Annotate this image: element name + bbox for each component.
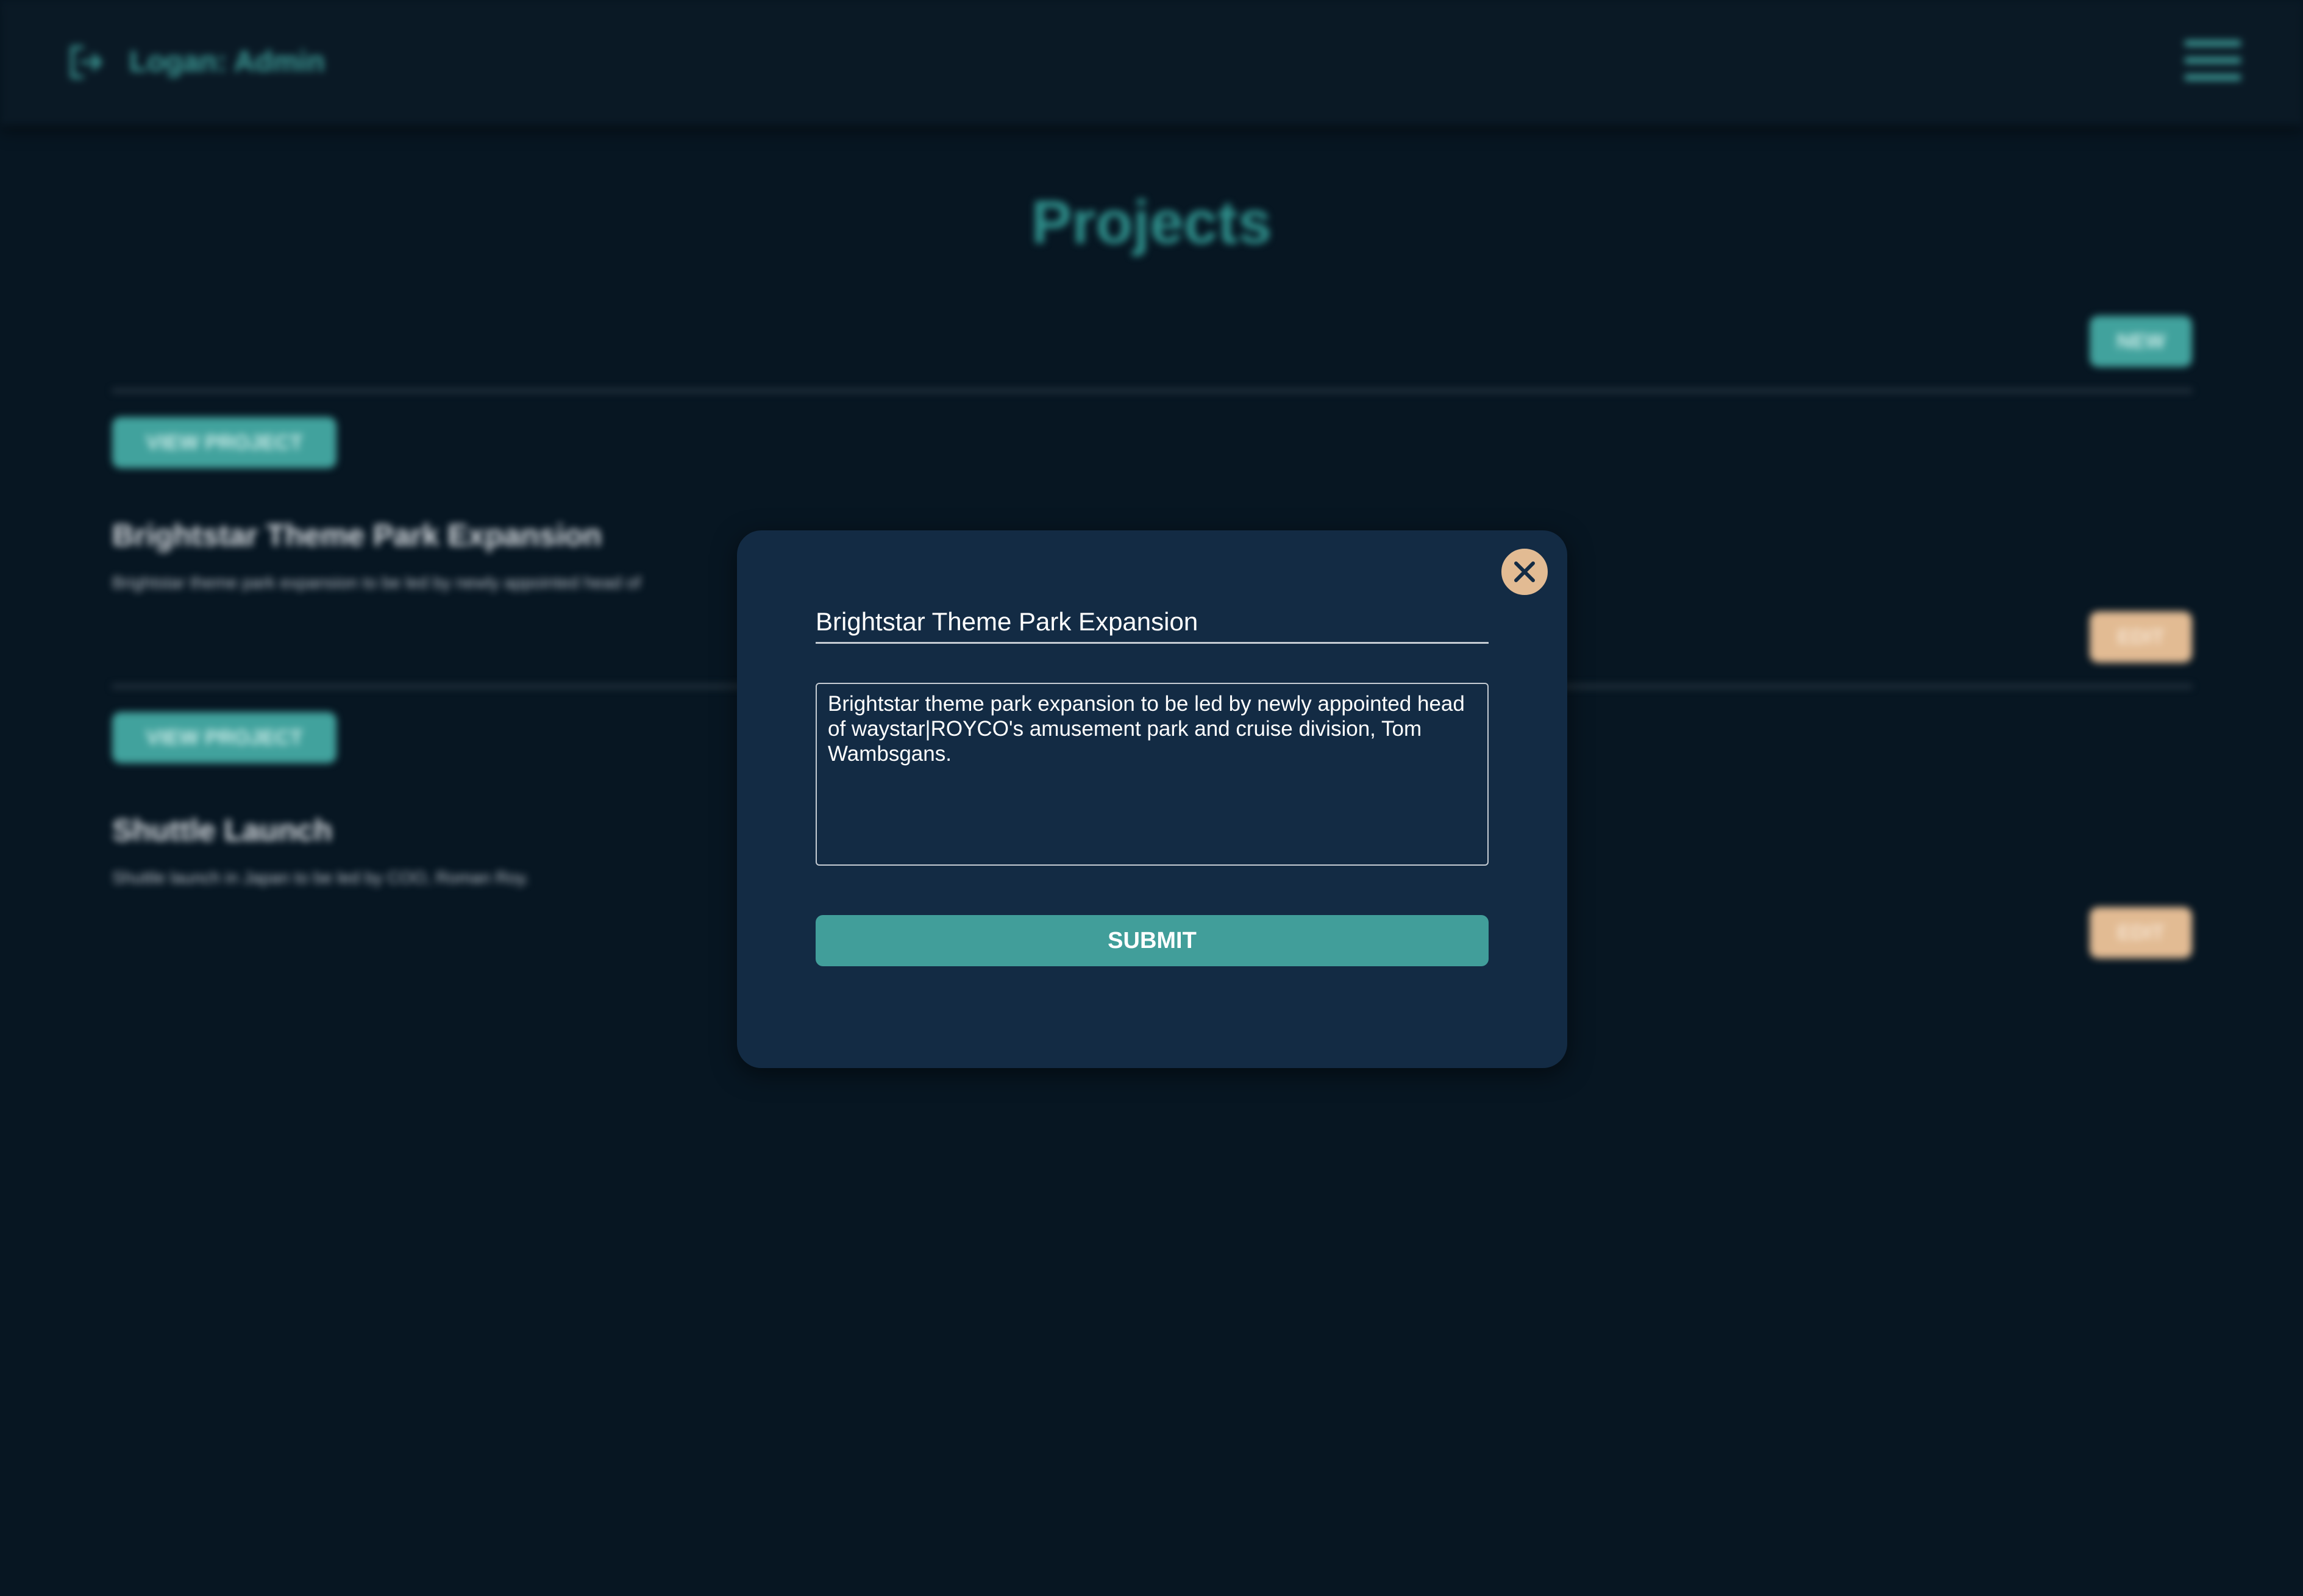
new-project-button[interactable]: NEW <box>2090 316 2192 367</box>
close-button[interactable] <box>1500 547 1550 597</box>
logout-icon[interactable] <box>66 43 105 82</box>
project-description: Shuttle launch in Japan to be led by COO… <box>112 868 530 887</box>
view-project-button[interactable]: VIEW PROJECT <box>112 417 336 468</box>
project-description: Brightstar theme park expansion to be le… <box>112 573 641 592</box>
page-title: Projects <box>1031 188 1272 257</box>
edit-project-modal: Brightstar theme park expansion to be le… <box>737 530 1567 1068</box>
project-title: Brightstar Theme Park Expansion <box>112 518 602 552</box>
project-title-input[interactable] <box>816 601 1489 644</box>
hamburger-menu-icon[interactable] <box>2185 40 2241 80</box>
edit-project-button[interactable]: EDIT <box>2090 611 2192 663</box>
divider <box>112 389 2192 393</box>
project-title: Shuttle Launch <box>112 813 333 847</box>
edit-project-button[interactable]: EDIT <box>2090 907 2192 958</box>
app-root: Logan: Admin Projects NEW VIEW PROJECT B… <box>0 0 2303 1596</box>
project-description-textarea[interactable]: Brightstar theme park expansion to be le… <box>816 683 1489 866</box>
submit-button[interactable]: SUBMIT <box>816 915 1489 966</box>
close-icon <box>1514 561 1535 582</box>
top-bar: Logan: Admin <box>0 0 2303 125</box>
user-label: Logan: Admin <box>129 46 325 78</box>
view-project-button[interactable]: VIEW PROJECT <box>112 712 336 763</box>
